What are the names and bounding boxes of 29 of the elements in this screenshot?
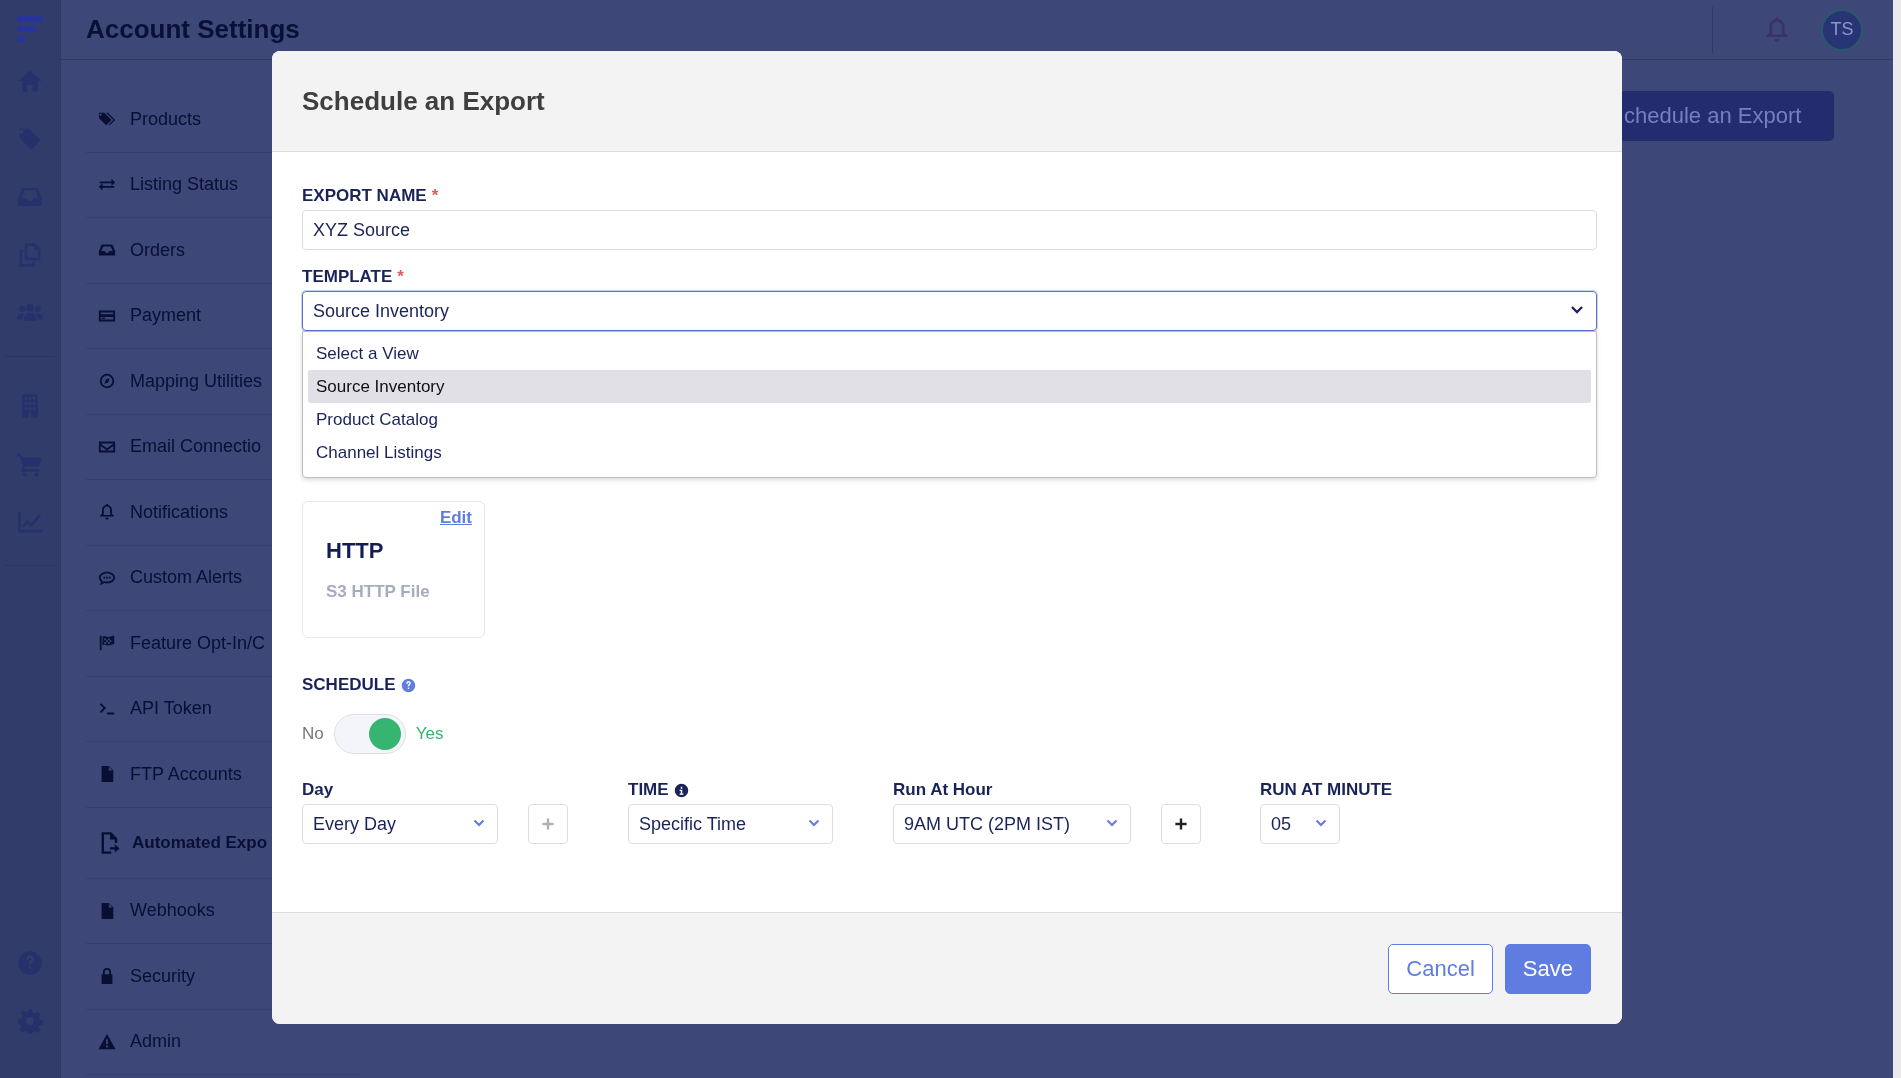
select-field[interactable]: Every Day — [302, 804, 498, 844]
bell-icon — [98, 503, 116, 522]
save-button[interactable]: Save — [1504, 943, 1591, 994]
flag-icon — [98, 634, 116, 653]
compass-icon — [98, 372, 116, 391]
required-mark: * — [397, 267, 404, 287]
select-field[interactable]: 9AM UTC (2PM IST) — [893, 804, 1131, 844]
dropdown-option[interactable]: Source Inventory — [308, 370, 1591, 403]
select-field[interactable]: Specific Time — [628, 804, 833, 844]
required-mark: * — [431, 186, 439, 206]
schedule-toggle[interactable] — [333, 714, 406, 754]
select-field[interactable]: 05 — [1260, 804, 1340, 844]
cancel-button[interactable]: Cancel — [1388, 943, 1493, 994]
toggle-label: No — [302, 724, 324, 744]
schedule-export-button[interactable]: chedule an Export — [1620, 91, 1834, 141]
warning-icon — [98, 1032, 116, 1051]
toggle-label: Yes — [415, 724, 444, 744]
field-label: Day — [302, 780, 334, 800]
plus-icon — [540, 816, 556, 832]
page-title: Account Settings — [86, 14, 301, 45]
field-label: TIME — [628, 780, 669, 800]
field-label: RUN AT MINUTE — [1260, 780, 1393, 800]
logo-icon[interactable] — [15, 14, 45, 44]
user-avatar[interactable]: TS — [1821, 8, 1863, 51]
field-label: Run At Hour — [893, 780, 993, 800]
plus-icon — [1173, 816, 1189, 832]
add-button[interactable] — [1161, 804, 1201, 844]
text-field[interactable]: XYZ Source — [302, 210, 1597, 250]
edit-link[interactable]: Edit — [439, 508, 472, 528]
